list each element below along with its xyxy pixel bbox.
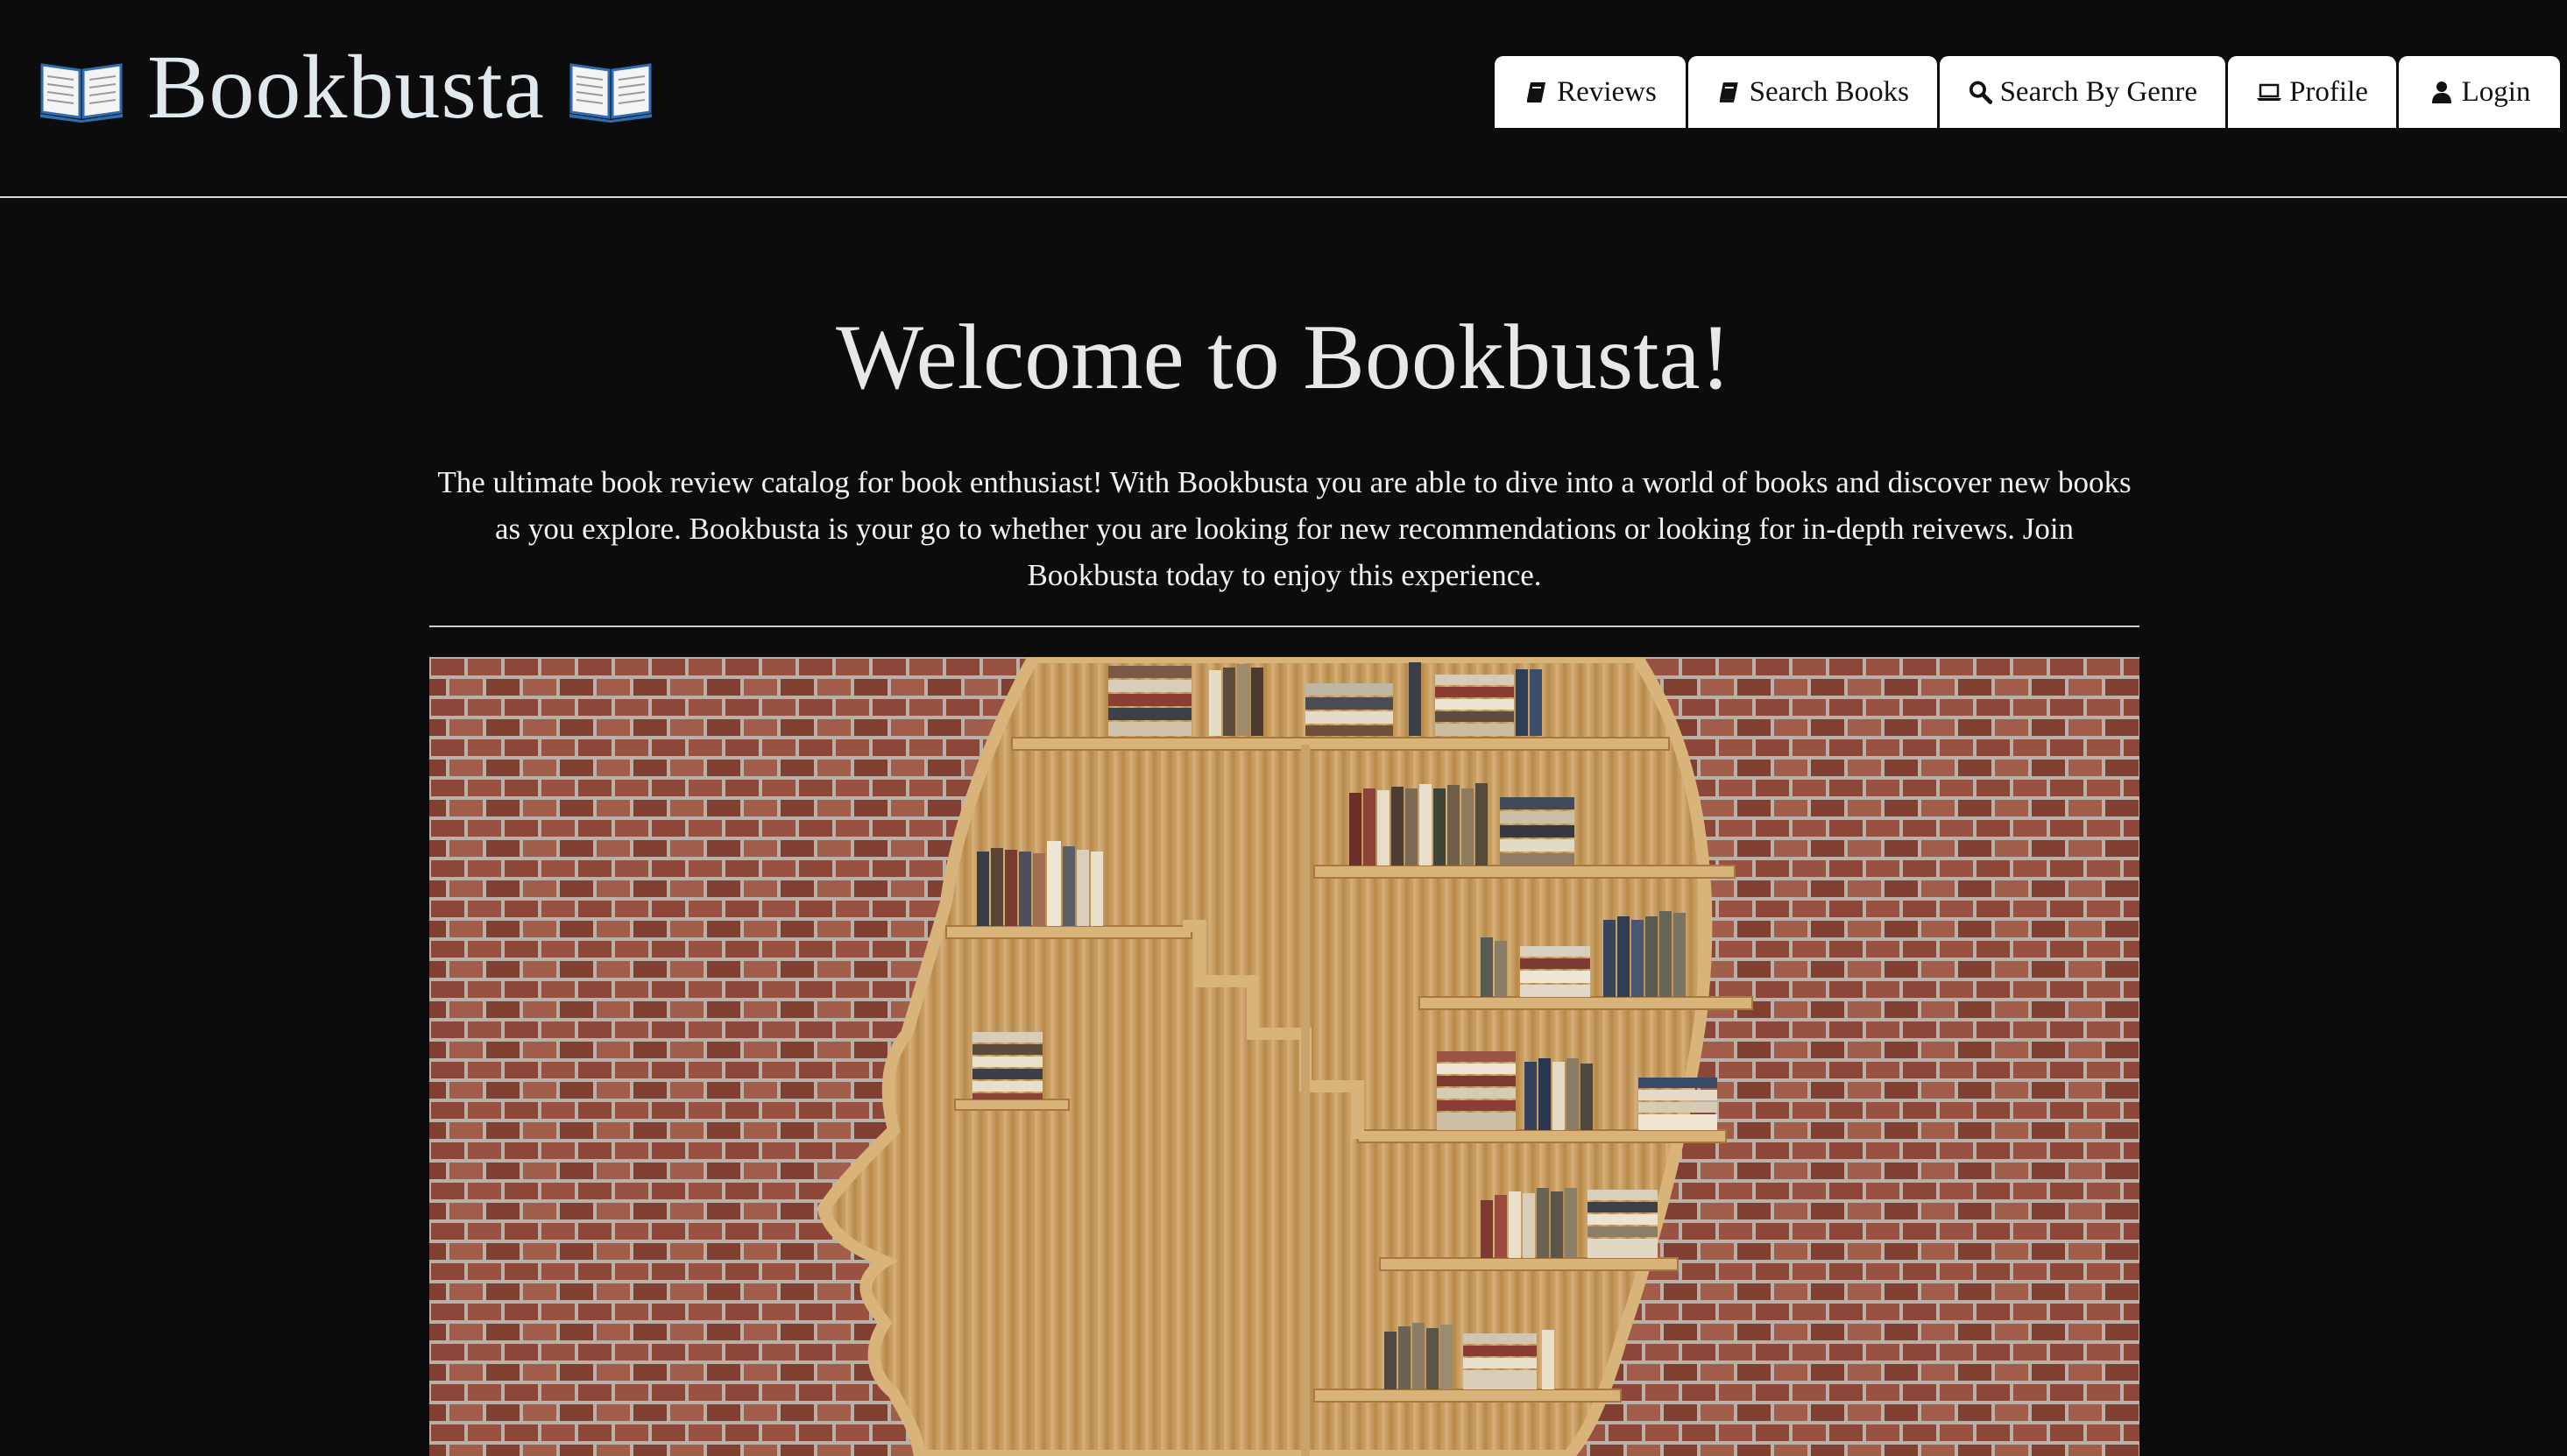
- nav-login-label: Login: [2461, 75, 2531, 108]
- nav-login-button[interactable]: Login: [2399, 56, 2560, 128]
- nav-profile-button[interactable]: Profile: [2228, 56, 2396, 128]
- page: Bookbusta Reviews Search Books Search By…: [0, 0, 2567, 1456]
- site-header: Bookbusta Reviews Search Books Search By…: [0, 0, 2567, 198]
- nav-reviews-label: Reviews: [1557, 75, 1657, 108]
- main-nav: Reviews Search Books Search By Genre Pro…: [1495, 56, 2560, 128]
- user-icon: [2431, 81, 2451, 103]
- book-icon: [1527, 82, 1546, 102]
- brand-title: Bookbusta: [147, 37, 545, 138]
- open-book-right-icon: [569, 63, 652, 123]
- nav-search-by-genre-label: Search By Genre: [1999, 75, 2197, 108]
- book-icon: [1719, 82, 1738, 102]
- bookshelf-head-illustration: [429, 657, 2139, 1456]
- open-book-left-icon: [40, 63, 123, 123]
- nav-search-books-label: Search Books: [1749, 75, 1909, 108]
- intro-text: The ultimate book review catalog for boo…: [429, 459, 2139, 598]
- intro-line: The ultimate book review catalog for boo…: [437, 465, 2132, 499]
- nav-search-by-genre-button[interactable]: Search By Genre: [1940, 56, 2225, 128]
- laptop-icon: [2257, 83, 2282, 101]
- nav-search-books-button[interactable]: Search Books: [1688, 56, 1937, 128]
- brand[interactable]: Bookbusta: [39, 35, 654, 140]
- page-title: Welcome to Bookbusta!: [836, 306, 1731, 408]
- hero-image: [429, 657, 2139, 1456]
- section-divider: [429, 626, 2139, 627]
- nav-reviews-button[interactable]: Reviews: [1495, 56, 1686, 128]
- nav-profile-label: Profile: [2289, 75, 2368, 108]
- search-icon: [1969, 81, 1993, 104]
- intro-line: Bookbusta today to enjoy this experience…: [1027, 558, 1542, 592]
- intro-line: as you explore. Bookbusta is your go to …: [494, 512, 2075, 546]
